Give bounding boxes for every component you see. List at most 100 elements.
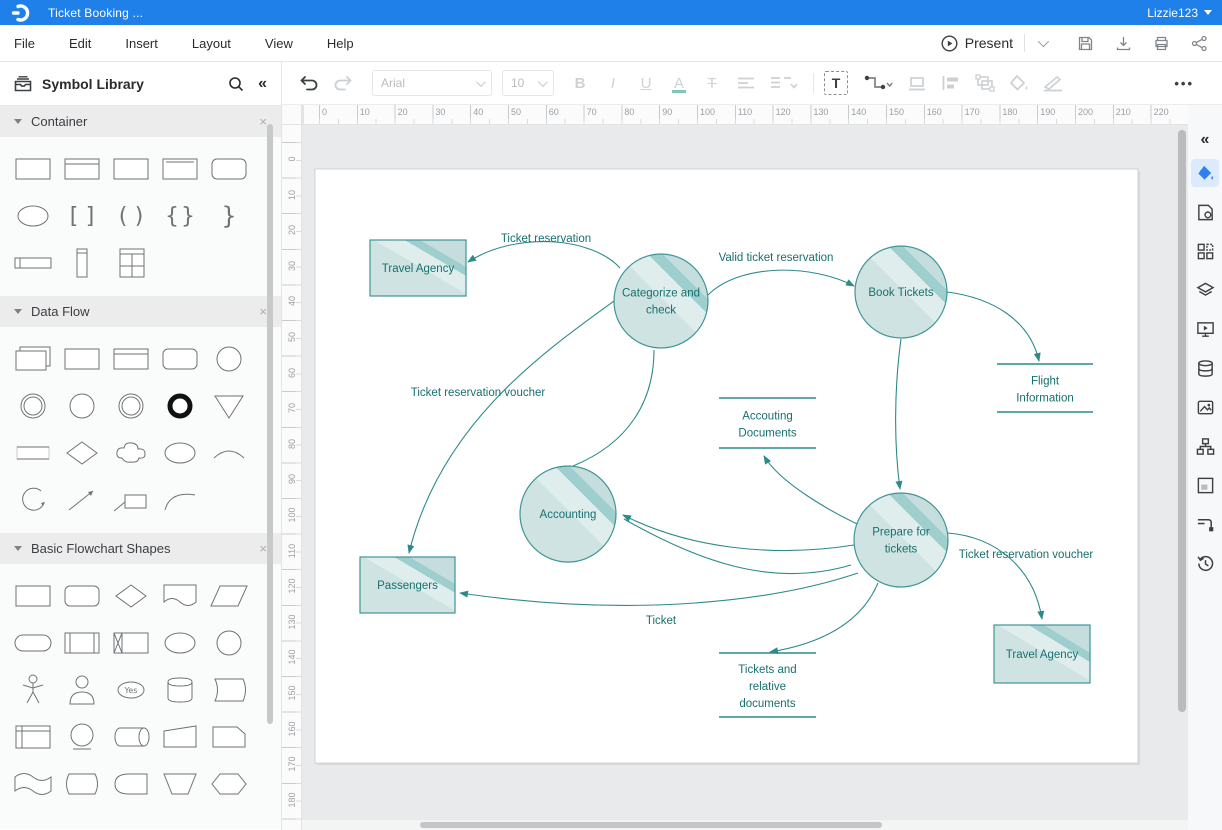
edge-label-0[interactable]: Ticket reservation (501, 233, 591, 245)
symbol-thick-ring[interactable] (155, 382, 204, 429)
diagram[interactable]: Travel Agency Categorize andcheck Book Tic… (302, 125, 1188, 820)
symbol-manual-op[interactable] (155, 713, 204, 760)
print-button[interactable] (1153, 35, 1170, 52)
symbol-wave-rect[interactable] (8, 760, 57, 807)
symbol-stack-rect[interactable] (8, 335, 57, 382)
symbol-round-rect[interactable] (57, 572, 106, 619)
distribute-button[interactable] (938, 70, 964, 96)
symbol-round-rect[interactable] (155, 335, 204, 382)
symbol-loop-arc[interactable] (8, 476, 57, 523)
symbol-yes-ellipse[interactable]: Yes (106, 666, 155, 713)
node-travel-agency-2[interactable]: Travel Agency (994, 625, 1090, 683)
symbol-ellipse[interactable] (155, 429, 204, 476)
canvas-horizontal-scrollbar[interactable] (302, 820, 1188, 830)
symbol-cut-rect[interactable] (204, 713, 253, 760)
symbol-grid[interactable] (106, 239, 155, 286)
font-size-select[interactable]: 10 (502, 70, 554, 96)
line-style-button[interactable] (1040, 70, 1066, 96)
text-box-tool[interactable]: T (824, 71, 848, 95)
symbol-callout-rect[interactable] (106, 476, 155, 523)
panel-collapse-button[interactable]: « (258, 75, 267, 93)
node-book-tickets[interactable]: Book Tickets (855, 246, 947, 338)
fill-style-icon[interactable] (1191, 159, 1219, 187)
symbol-band-rect[interactable] (8, 239, 57, 286)
symbol-ellipse[interactable] (8, 192, 57, 239)
line-spacing-button[interactable] (767, 70, 801, 96)
save-button[interactable] (1077, 35, 1094, 52)
menu-insert[interactable]: Insert (125, 36, 158, 51)
symbol-arc[interactable] (204, 429, 253, 476)
menu-file[interactable]: File (14, 36, 35, 51)
edge-label-1[interactable]: Valid ticket reservation (719, 252, 834, 264)
orgchart-icon[interactable] (1191, 432, 1219, 460)
symbol-diamond[interactable] (57, 429, 106, 476)
symbol-round-rect[interactable] (204, 145, 253, 192)
section-close-icon[interactable]: × (259, 114, 267, 129)
symbol-document[interactable] (155, 572, 204, 619)
symbol-circle[interactable] (204, 619, 253, 666)
database-icon[interactable] (1191, 354, 1219, 382)
share-button[interactable] (1191, 35, 1208, 52)
symbol-predefined[interactable] (57, 619, 106, 666)
symbol-circle[interactable] (204, 335, 253, 382)
page-settings-icon[interactable] (1191, 198, 1219, 226)
symbol-rect[interactable] (57, 335, 106, 382)
symbol-card[interactable] (204, 666, 253, 713)
connector-tool[interactable] (860, 70, 896, 96)
symbol-line-arrow[interactable] (57, 476, 106, 523)
image-icon[interactable] (1191, 393, 1219, 421)
present-chevron-icon[interactable] (1038, 36, 1049, 47)
symbol-rect-topline[interactable] (155, 145, 204, 192)
edge-label-3[interactable]: Ticket (646, 615, 677, 627)
symbol-person2[interactable] (57, 666, 106, 713)
group-button[interactable] (972, 70, 998, 96)
symbol-blocks-icon[interactable] (1191, 237, 1219, 265)
presentation-icon[interactable] (1191, 315, 1219, 343)
section-close-icon[interactable]: × (259, 541, 267, 556)
canvas-vertical-scrollbar[interactable] (1178, 127, 1186, 815)
symbol-panel-scrollbar[interactable] (267, 110, 273, 822)
node-categorize-and-check[interactable]: Categorize andcheck (614, 254, 708, 348)
user-menu[interactable]: Lizzie123 (1147, 6, 1212, 20)
symbol-diamond[interactable] (106, 572, 155, 619)
section-close-icon[interactable]: × (259, 304, 267, 319)
symbol-inv-trapezoid[interactable] (155, 760, 204, 807)
symbol-circle[interactable] (57, 382, 106, 429)
connector-tool-icon[interactable] (1191, 510, 1219, 538)
symbol-ring[interactable] (8, 382, 57, 429)
font-family-select[interactable]: Arial (372, 70, 492, 96)
menu-view[interactable]: View (265, 36, 293, 51)
symbol-braces[interactable]: {} (155, 192, 204, 239)
toolbar-more-button[interactable]: ••• (1174, 76, 1208, 91)
frame-icon[interactable] (1191, 471, 1219, 499)
edge-label-2[interactable]: Ticket reservation voucher (411, 387, 546, 399)
symbol-person[interactable] (8, 666, 57, 713)
bold-button[interactable]: B (568, 75, 592, 92)
symbol-rect[interactable] (106, 145, 155, 192)
underline-button[interactable]: U (634, 75, 658, 92)
section-header-basic-flowchart-shapes[interactable]: Basic Flowchart Shapes × (0, 533, 281, 564)
align-shapes-button[interactable] (904, 70, 930, 96)
symbol-hrect-lines[interactable] (8, 429, 57, 476)
symbol-tri-down[interactable] (204, 382, 253, 429)
symbol-hexagon[interactable] (204, 760, 253, 807)
layers-icon[interactable] (1191, 276, 1219, 304)
node-passengers[interactable]: Passengers (360, 557, 455, 613)
undo-button[interactable] (296, 70, 322, 96)
section-header-data-flow[interactable]: Data Flow × (0, 296, 281, 327)
menu-edit[interactable]: Edit (69, 36, 91, 51)
symbol-parens[interactable]: () (106, 192, 155, 239)
symbol-rect-titleband[interactable] (57, 145, 106, 192)
font-color-button[interactable]: A (667, 75, 691, 92)
download-button[interactable] (1115, 35, 1132, 52)
symbol-cylinder[interactable] (155, 666, 204, 713)
symbol-rect[interactable] (8, 145, 57, 192)
symbol-rounded-l-rect[interactable] (106, 760, 155, 807)
menu-help[interactable]: Help (327, 36, 354, 51)
italic-button[interactable]: I (601, 75, 625, 92)
redo-button[interactable] (330, 70, 356, 96)
section-header-container[interactable]: Container × (0, 106, 281, 137)
strikethrough-button[interactable]: T (700, 75, 724, 92)
symbol-internal-storage[interactable] (8, 713, 57, 760)
symbol-cloud[interactable] (106, 429, 155, 476)
